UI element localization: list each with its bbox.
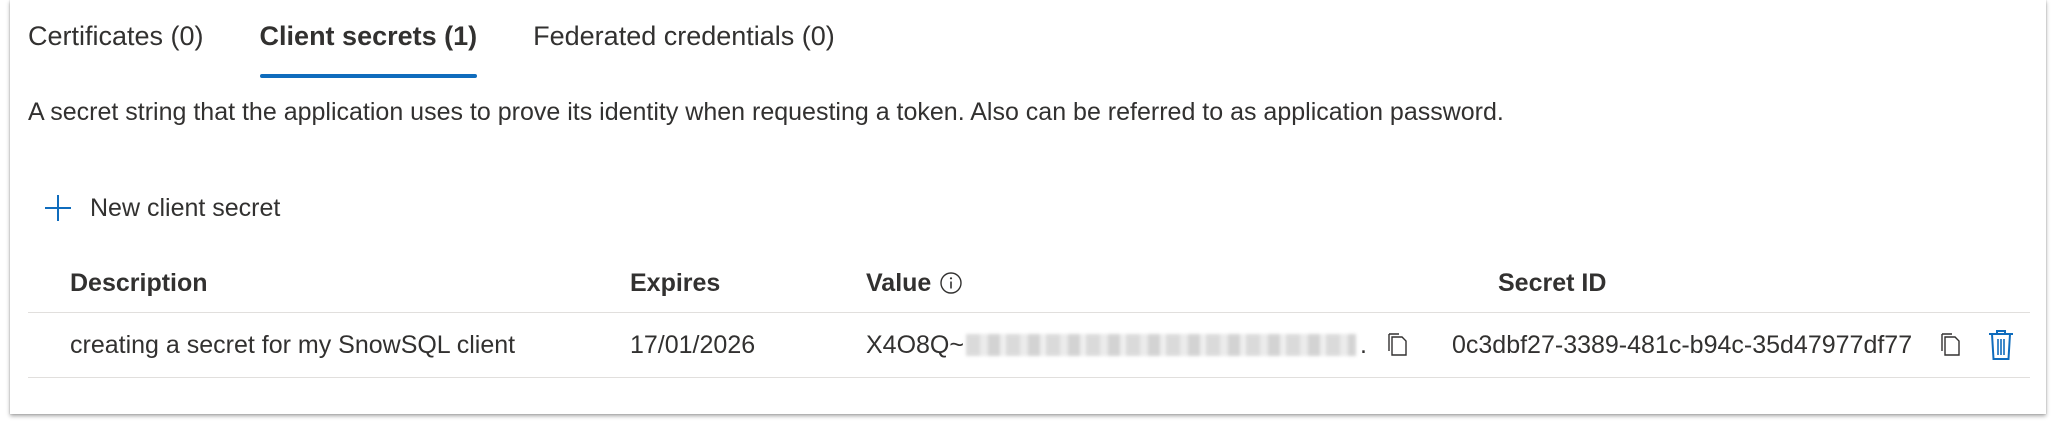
tab-federated-credentials[interactable]: Federated credentials (0)	[533, 12, 835, 72]
table-row: creating a secret for my SnowSQL client …	[28, 313, 2030, 378]
client-secrets-panel: Certificates (0) Client secrets (1) Fede…	[10, 0, 2046, 414]
section-description: A secret string that the application use…	[28, 98, 1504, 126]
new-client-secret-button[interactable]: New client secret	[42, 186, 280, 230]
secret-value: X4O8Q~ .	[866, 313, 1409, 377]
client-secrets-table: Description Expires Value Secret ID crea…	[28, 254, 2030, 378]
column-header-description: Description	[70, 268, 208, 297]
info-icon[interactable]	[939, 271, 963, 295]
secret-description: creating a secret for my SnowSQL client	[70, 330, 516, 359]
secret-id-cell: 0c3dbf27-3389-481c-b94c-35d47977df77	[1452, 313, 2014, 377]
secret-value-redacted	[965, 334, 1356, 356]
column-header-secret-id: Secret ID	[1498, 268, 1607, 297]
column-header-value: Value	[866, 254, 963, 312]
plus-icon	[45, 195, 71, 221]
secret-expires: 17/01/2026	[630, 330, 756, 359]
secret-id: 0c3dbf27-3389-481c-b94c-35d47977df77	[1452, 330, 1913, 359]
copy-secret-id-icon[interactable]	[1938, 332, 1962, 358]
credentials-tabs: Certificates (0) Client secrets (1) Fede…	[28, 12, 891, 78]
table-header-row: Description Expires Value Secret ID	[28, 254, 2030, 313]
secret-value-suffix: .	[1359, 330, 1367, 359]
column-header-value-label: Value	[866, 268, 932, 297]
tab-certificates[interactable]: Certificates (0)	[28, 12, 204, 72]
tab-client-secrets[interactable]: Client secrets (1)	[259, 12, 477, 78]
secret-value-prefix: X4O8Q~	[866, 330, 964, 359]
new-client-secret-label: New client secret	[90, 193, 281, 222]
copy-value-icon[interactable]	[1385, 332, 1409, 358]
delete-icon[interactable]	[1988, 329, 2014, 361]
column-header-expires: Expires	[630, 268, 721, 297]
